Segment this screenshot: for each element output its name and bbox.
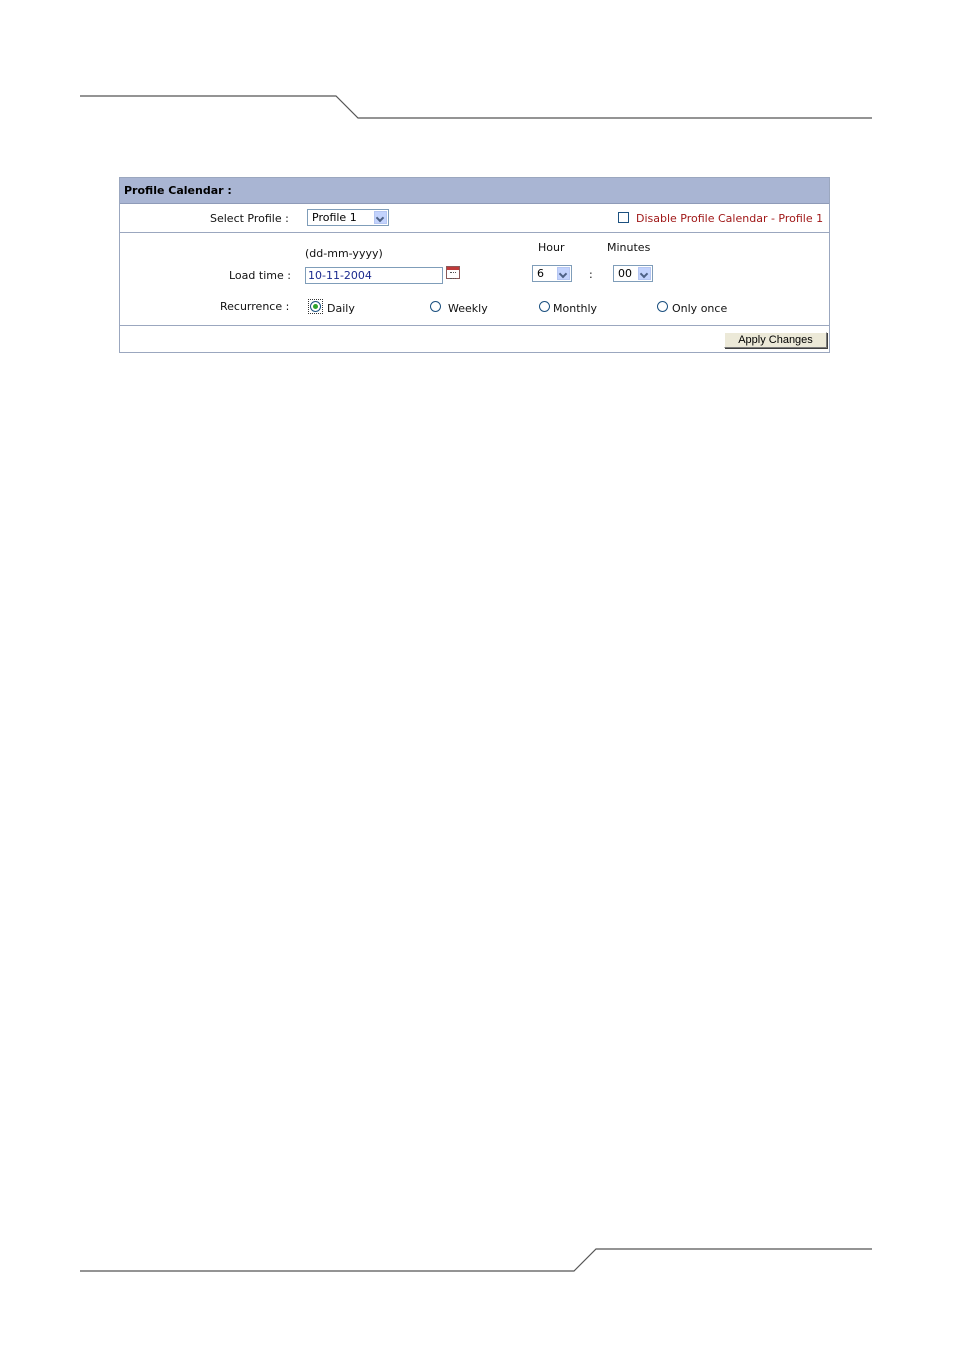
minutes-header: Minutes <box>607 241 651 254</box>
recurrence-label: Recurrence : <box>220 300 290 313</box>
recurrence-option-only-once: Only once <box>672 302 728 315</box>
hour-value: 6 <box>537 267 544 280</box>
hour-header: Hour <box>538 241 565 254</box>
minutes-value: 00 <box>618 267 632 280</box>
focus-ring <box>308 299 323 314</box>
divider <box>120 232 829 233</box>
divider <box>120 325 829 326</box>
panel-title: Profile Calendar : <box>124 184 232 197</box>
date-format-hint: (dd-mm-yyyy) <box>305 247 383 260</box>
load-time-label: Load time : <box>229 269 291 282</box>
recurrence-radio-weekly[interactable] <box>430 301 441 312</box>
select-profile-label: Select Profile : <box>210 212 289 225</box>
chevron-down-icon <box>638 267 651 280</box>
chevron-down-icon <box>557 267 570 280</box>
calendar-icon[interactable] <box>446 266 460 279</box>
recurrence-option-monthly: Monthly <box>553 302 598 315</box>
minutes-select[interactable]: 00 <box>613 265 653 282</box>
recurrence-radio-only-once[interactable] <box>657 301 668 312</box>
hour-select[interactable]: 6 <box>532 265 572 282</box>
recurrence-radio-monthly[interactable] <box>539 301 550 312</box>
apply-changes-button[interactable]: Apply Changes <box>724 332 827 348</box>
profile-calendar-panel: Profile Calendar : Select Profile : Prof… <box>119 177 830 353</box>
disable-calendar-label: Disable Profile Calendar - Profile 1 <box>636 212 824 225</box>
load-date-value: 10-11-2004 <box>308 269 372 282</box>
select-profile-value: Profile 1 <box>312 211 357 224</box>
load-date-input[interactable]: 10-11-2004 <box>305 267 443 284</box>
time-separator: : <box>589 268 593 281</box>
recurrence-option-daily: Daily <box>327 302 355 315</box>
select-profile-dropdown[interactable]: Profile 1 <box>307 209 389 226</box>
recurrence-option-weekly: Weekly <box>448 302 488 315</box>
disable-calendar-checkbox[interactable] <box>618 212 629 223</box>
panel-header: Profile Calendar : <box>120 178 829 204</box>
chevron-down-icon <box>374 211 387 224</box>
